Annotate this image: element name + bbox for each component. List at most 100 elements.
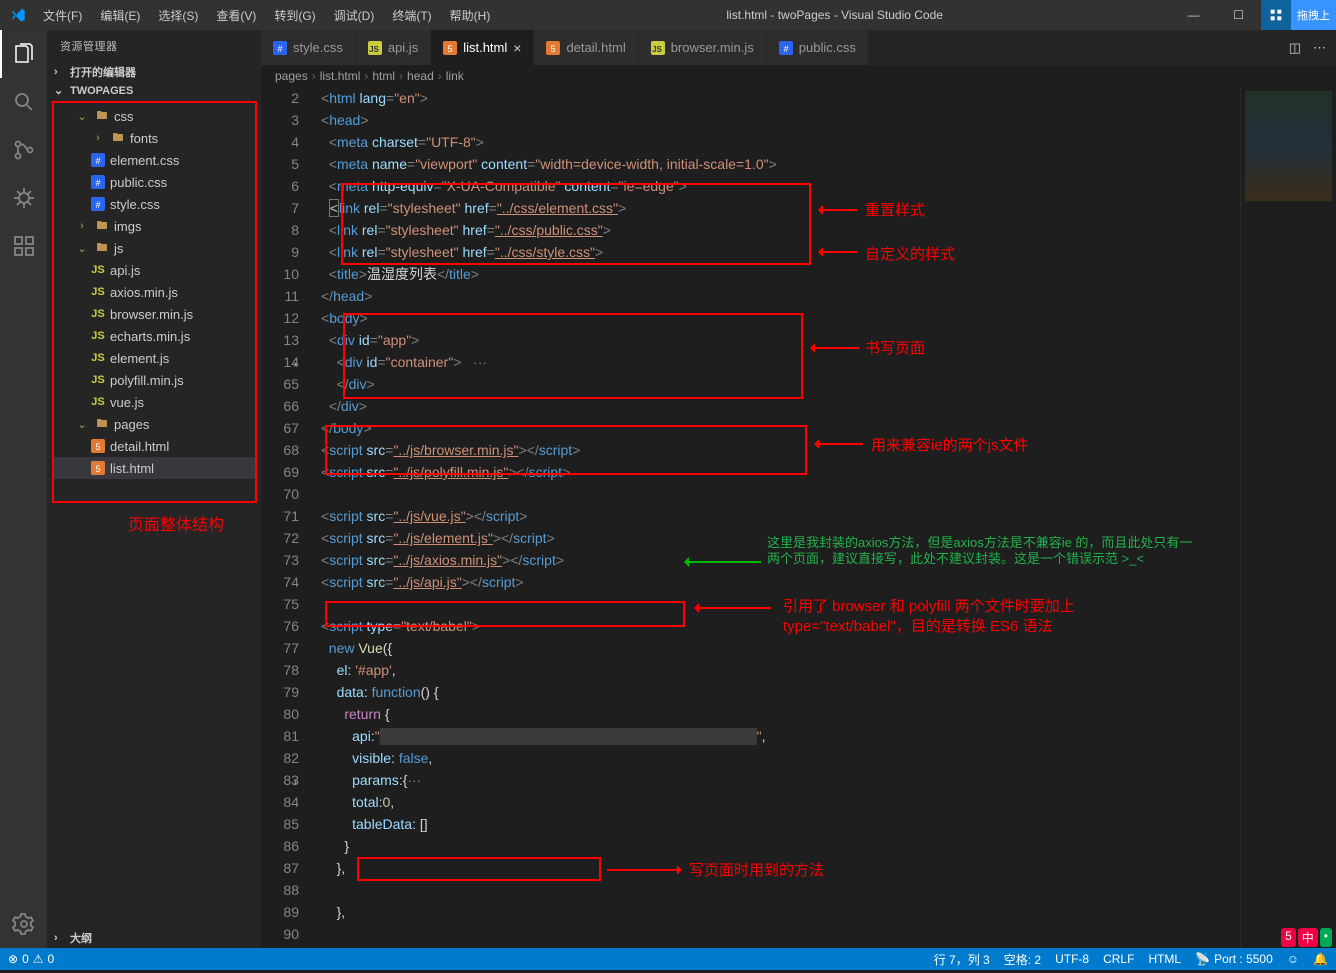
split-editor-icon[interactable]: ◫ [1289,40,1301,56]
folder-row[interactable]: ⌄🖿pages [54,413,255,435]
menu-item[interactable]: 文件(F) [35,3,90,28]
file-row[interactable]: JSelement.js [54,347,255,369]
tree-item-label: pages [114,417,149,432]
editor-tab[interactable]: JS browser.min.js [639,30,767,65]
js-file-icon: JS [90,284,106,300]
search-icon[interactable] [0,78,48,126]
ime-badge: 5中• [1281,928,1332,947]
svg-text:JS: JS [652,45,662,54]
svg-text:#: # [95,178,100,188]
file-row[interactable]: JS vue.js [54,391,255,413]
file-row[interactable]: #public.css [54,171,255,193]
close-icon[interactable]: × [513,40,521,56]
editor-tab[interactable]: 5list.html× [431,30,534,65]
window-title: list.html - twoPages - Visual Studio Cod… [498,8,1171,22]
breadcrumb-item[interactable]: html [372,69,395,83]
git-icon[interactable] [0,126,48,174]
menu-item[interactable]: 调试(D) [326,3,383,28]
menu-item[interactable]: 帮助(H) [442,3,499,28]
file-row[interactable]: #element.css [54,149,255,171]
css-file-icon: # [90,196,106,212]
status-spaces[interactable]: 空格: 2 [1004,951,1041,968]
arrow-axios-note [687,561,761,563]
menu-item[interactable]: 查看(V) [208,3,264,28]
file-icon: # [779,41,793,55]
js-file-icon: JS [90,306,106,322]
settings-icon[interactable] [0,900,48,948]
folder-row[interactable]: ⌄🖿js [54,237,255,259]
editor-tab[interactable]: 5detail.html [534,30,638,65]
editor-tab[interactable]: JSapi.js [356,30,431,65]
explorer-icon[interactable] [0,30,48,78]
menu-item[interactable]: 终端(T) [384,3,439,28]
folder-row[interactable]: ⌄🖿css [54,105,255,127]
tree-item-label: element.js [110,351,169,366]
menu-item[interactable]: 转到(G) [266,3,323,28]
status-cursor-pos[interactable]: 行 7，列 3 [934,951,990,968]
root-label: TWOPAGES [70,85,133,97]
tree-item-label: imgs [114,219,141,234]
breadcrumb-item[interactable]: link [446,69,464,83]
extra-button[interactable] [1261,0,1291,30]
file-row[interactable]: 5list.html [54,457,255,479]
sidebar-title: 资源管理器 [48,30,261,62]
debug-icon[interactable] [0,174,48,222]
status-problems[interactable]: ⊗ 0 ⚠ 0 [8,952,54,966]
annotation-axios-2: 两个页面，建议直接写，此处不建议封装。这是一个错误示范 >_< [767,551,1144,567]
opened-editors-section[interactable]: ›打开的编辑器 [48,62,261,82]
file-row[interactable]: #style.css [54,193,255,215]
file-row[interactable]: JSpolyfill.min.js [54,369,255,391]
breadcrumb-item[interactable]: pages [275,69,308,83]
editor-tab[interactable]: #style.css [261,30,356,65]
status-feedback-icon[interactable]: ☺ [1287,952,1299,966]
file-icon: 5 [443,41,457,55]
file-row[interactable]: JSecharts.min.js [54,325,255,347]
more-icon[interactable]: ⋯ [1313,40,1326,56]
status-language[interactable]: HTML [1148,952,1181,966]
tree-item-label: detail.html [110,439,169,454]
file-tree: ⌄🖿css›🖿fonts#element.css#public.css#styl… [52,101,257,503]
tree-item-label: vue.js [110,395,144,410]
outline-section[interactable]: ›大纲 [48,928,261,948]
folder-row[interactable]: ›🖿fonts [54,127,255,149]
breadcrumb[interactable]: pages›list.html›html›head›link [261,65,1336,87]
breadcrumb-item[interactable]: head [407,69,434,83]
menu-item[interactable]: 选择(S) [150,3,206,28]
file-row[interactable]: 5detail.html [54,435,255,457]
arrow-write-page [813,347,859,349]
file-row[interactable]: JSaxios.min.js [54,281,255,303]
status-bell-icon[interactable]: 🔔 [1313,952,1328,966]
js-file-icon: JS [90,394,106,410]
status-port[interactable]: 📡 Port : 5500 [1195,952,1273,966]
title-bar: 文件(F)编辑(E)选择(S)查看(V)转到(G)调试(D)终端(T)帮助(H)… [0,0,1336,30]
minimize-button[interactable]: ― [1171,0,1216,30]
root-section[interactable]: ⌄TWOPAGES [48,82,261,99]
maximize-button[interactable]: ☐ [1216,0,1261,30]
annotation-ie-compat: 用来兼容ie的两个js文件 [871,434,1029,455]
status-bar: ⊗ 0 ⚠ 0 行 7，列 3 空格: 2 UTF-8 CRLF HTML 📡 … [0,948,1336,970]
editor-tabs: #style.cssJSapi.js5list.html×5detail.htm… [261,30,1336,65]
editor-tab[interactable]: # public.css [767,30,869,65]
drag-label[interactable]: 拖拽上 [1291,0,1336,30]
svg-text:5: 5 [551,44,556,54]
menu-item[interactable]: 编辑(E) [92,3,148,28]
folder-icon: 🖿 [94,416,110,432]
file-row[interactable]: JSapi.js [54,259,255,281]
tab-label: browser.min.js [671,40,754,55]
folder-icon: 🖿 [94,240,110,256]
status-eol[interactable]: CRLF [1103,952,1134,966]
code-editor[interactable]: 234567891011121314›656667686970717273747… [261,87,1336,948]
extensions-icon[interactable] [0,222,48,270]
code-content[interactable]: <html lang="en"><head> <meta charset="UT… [317,87,1240,948]
chevron-icon: › [90,130,106,146]
svg-text:#: # [277,44,282,54]
tree-item-label: echarts.min.js [110,329,190,344]
activity-bar [0,30,48,948]
file-row[interactable]: JSbrowser.min.js [54,303,255,325]
minimap[interactable] [1240,87,1336,948]
tab-label: public.css [799,40,856,55]
folder-row[interactable]: ›🖿imgs [54,215,255,237]
status-encoding[interactable]: UTF-8 [1055,952,1089,966]
breadcrumb-item[interactable]: list.html [320,69,361,83]
annotation-reset-css: 重置样式 [865,199,925,220]
